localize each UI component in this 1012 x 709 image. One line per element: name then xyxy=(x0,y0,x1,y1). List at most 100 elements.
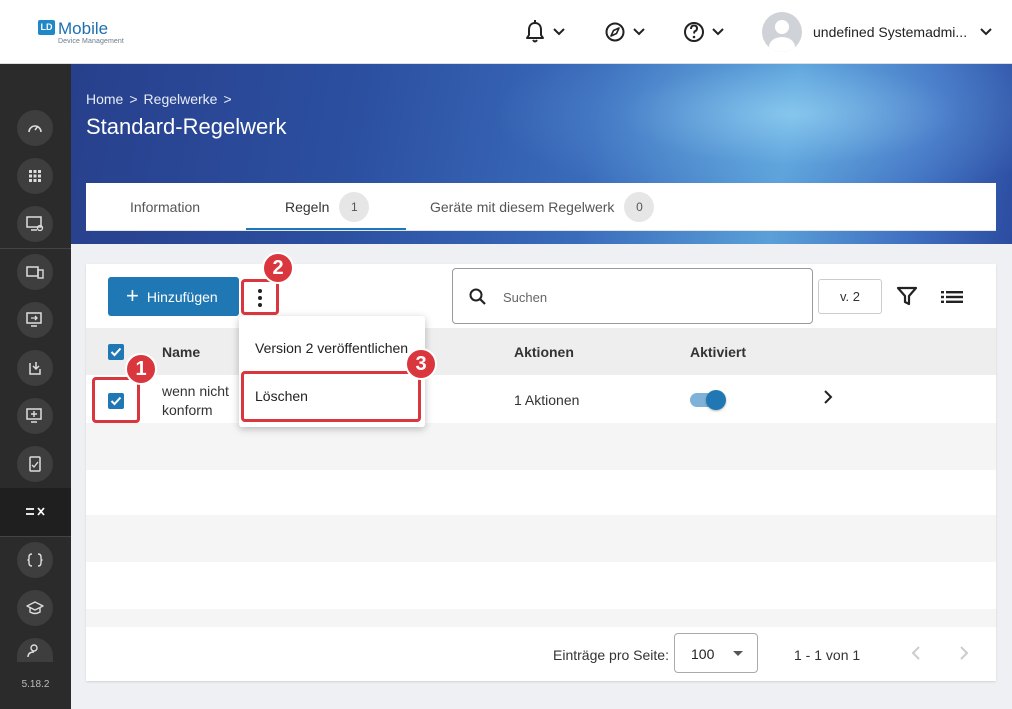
monitor-plus-icon xyxy=(26,408,42,423)
annotation-marker-3: 3 xyxy=(405,348,437,380)
tab-count-badge: 1 xyxy=(339,192,370,222)
table-row[interactable]: wenn nicht konform 1 Aktionen xyxy=(86,375,996,423)
annotation-highlight-menu-button xyxy=(241,279,279,315)
breadcrumb-home[interactable]: Home xyxy=(86,91,123,107)
rule-actions-cell: 1 Aktionen xyxy=(514,392,580,408)
next-page-button[interactable] xyxy=(958,644,970,667)
column-settings-button[interactable] xyxy=(941,290,963,309)
monitor-settings-icon xyxy=(26,216,44,232)
search-input[interactable] xyxy=(503,285,793,309)
notifications-menu[interactable] xyxy=(524,18,568,46)
check-icon xyxy=(110,347,122,357)
column-header-enabled[interactable]: Aktiviert xyxy=(690,344,746,360)
download-icon xyxy=(29,362,41,375)
sidebar-item-enrollment[interactable] xyxy=(17,302,53,338)
tab-label: Geräte mit diesem Regelwerk xyxy=(430,199,615,215)
page-size-value: 100 xyxy=(691,646,715,662)
filter-button[interactable] xyxy=(895,285,919,312)
user-settings-icon xyxy=(27,644,38,657)
breadcrumb-separator: > xyxy=(129,91,138,107)
tab-devices[interactable]: Geräte mit diesem Regelwerk 0 xyxy=(430,183,655,231)
search-field[interactable] xyxy=(452,268,813,324)
filter-icon xyxy=(896,286,918,306)
annotation-highlight-checkbox xyxy=(92,377,140,423)
sidebar-item-training[interactable] xyxy=(17,590,53,626)
breadcrumb: Home > Regelwerke > xyxy=(86,91,232,107)
sidebar-item-installations[interactable] xyxy=(17,350,53,386)
caret-down-icon xyxy=(733,651,743,656)
annotation-marker-1: 1 xyxy=(125,353,157,385)
empty-row xyxy=(86,562,996,609)
breadcrumb-separator: > xyxy=(223,91,232,107)
compass-menu[interactable] xyxy=(604,18,648,46)
graduation-cap-icon xyxy=(26,601,44,615)
user-menu[interactable]: undefined Systemadmi... xyxy=(762,12,993,52)
rules-icon xyxy=(26,507,45,516)
tab-count-badge: 0 xyxy=(624,192,655,222)
user-name: undefined Systemadmi... xyxy=(813,24,968,40)
add-button[interactable]: + Hinzufügen xyxy=(108,277,239,316)
empty-row xyxy=(86,423,996,470)
sidebar-item-remote[interactable] xyxy=(17,398,53,434)
list-icon xyxy=(941,291,963,303)
empty-row xyxy=(86,515,996,562)
chevron-right-icon xyxy=(960,646,969,660)
rule-name-cell: wenn nicht konform xyxy=(162,382,229,420)
page-title: Standard-Regelwerk xyxy=(86,114,287,139)
avatar xyxy=(762,12,802,52)
annotation-marker-2: 2 xyxy=(262,252,294,284)
logo-title: Mobile xyxy=(58,19,109,38)
select-all-checkbox[interactable] xyxy=(108,344,124,360)
chevron-down-icon xyxy=(980,28,992,36)
sidebar-item-devices[interactable] xyxy=(17,206,53,242)
sidebar-item-dashboard[interactable] xyxy=(17,110,53,146)
help-menu[interactable] xyxy=(683,18,727,46)
page-size-select[interactable]: 100 xyxy=(674,633,758,673)
search-icon xyxy=(469,288,486,305)
tablet-check-icon xyxy=(29,456,41,472)
bell-icon xyxy=(526,20,565,43)
monitor-arrow-icon xyxy=(26,312,42,327)
empty-row xyxy=(86,470,996,517)
rule-name-line: wenn nicht xyxy=(162,383,229,399)
menu-item-publish-version[interactable]: Version 2 veröffentlichen xyxy=(239,328,425,368)
empty-row xyxy=(86,609,996,627)
logo-badge: LD xyxy=(38,20,55,35)
sidebar-item-scripts[interactable] xyxy=(17,542,53,578)
tab-information[interactable]: Information xyxy=(130,183,200,231)
braces-icon xyxy=(27,553,43,567)
annotation-highlight-delete xyxy=(241,371,421,422)
column-header-actions[interactable]: Aktionen xyxy=(514,344,574,360)
chevron-left-icon xyxy=(911,646,920,660)
previous-page-button[interactable] xyxy=(910,644,922,667)
chevron-right-icon xyxy=(824,390,833,404)
compass-icon xyxy=(605,22,645,42)
breadcrumb-rulesets[interactable]: Regelwerke xyxy=(144,91,218,107)
help-icon xyxy=(684,22,724,42)
plus-icon: + xyxy=(126,282,139,308)
pagination-range: 1 - 1 von 1 xyxy=(794,647,861,663)
devices-icon xyxy=(26,266,44,279)
column-header-name[interactable]: Name xyxy=(162,344,200,360)
open-rule-button[interactable] xyxy=(822,389,834,410)
grid-icon xyxy=(29,170,41,182)
sidebar-item-compliance[interactable] xyxy=(17,446,53,482)
tab-bar: Information Regeln 1 Geräte mit diesem R… xyxy=(86,183,996,231)
table-header: Name Aktionen Aktiviert xyxy=(86,328,996,375)
page-size-label: Einträge pro Seite: xyxy=(553,647,669,663)
version-select[interactable]: v. 2 xyxy=(818,279,882,314)
app-logo[interactable]: LD Mobile Device Management xyxy=(38,20,124,45)
logo-subtitle: Device Management xyxy=(58,38,124,45)
tab-rules[interactable]: Regeln 1 xyxy=(285,183,370,231)
sidebar-item-users[interactable] xyxy=(17,638,53,662)
tab-label: Information xyxy=(130,199,201,215)
enabled-toggle[interactable] xyxy=(690,390,726,410)
sidebar-item-apps[interactable] xyxy=(17,158,53,194)
sidebar-item-device-groups[interactable] xyxy=(17,254,53,290)
add-button-label: Hinzufügen xyxy=(146,288,218,305)
active-tab-indicator xyxy=(246,228,406,230)
top-bar: LD Mobile Device Management undefined Sy… xyxy=(0,0,1012,64)
app-version: 5.18.2 xyxy=(21,679,50,690)
gauge-icon xyxy=(28,125,42,133)
tab-label: Regeln xyxy=(285,199,330,215)
